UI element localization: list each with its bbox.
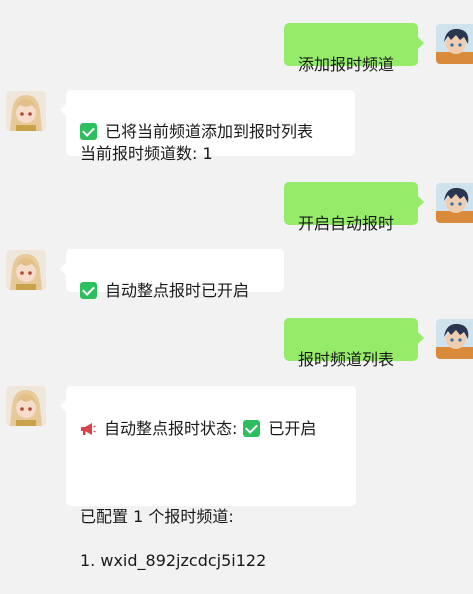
bot-avatar[interactable] bbox=[6, 91, 46, 131]
message-text: 开启自动报时 bbox=[298, 214, 395, 233]
message-text: 自动整点报时已开启 bbox=[105, 281, 250, 300]
received-message-bubble[interactable]: 已将当前频道添加到报时列表当前报时频道数: 1 bbox=[60, 90, 355, 163]
bot-avatar[interactable] bbox=[6, 250, 46, 290]
bot-avatar[interactable] bbox=[6, 386, 46, 426]
sent-message-bubble[interactable]: 添加报时频道 bbox=[284, 23, 424, 74]
user-avatar[interactable] bbox=[436, 24, 473, 64]
message-text-line1: 已将当前频道添加到报时列表 bbox=[105, 122, 314, 141]
check-mark-icon bbox=[243, 420, 261, 437]
user-avatar[interactable] bbox=[436, 183, 473, 223]
check-mark-icon bbox=[80, 282, 97, 299]
user-avatar[interactable] bbox=[436, 319, 473, 359]
channel-list-item: 1. wxid_892jzcdcj5i122 bbox=[80, 551, 267, 570]
megaphone-icon bbox=[81, 423, 96, 435]
message-text-line2: 当前报时频道数: 1 bbox=[80, 144, 213, 163]
sent-message-bubble[interactable]: 报时频道列表 bbox=[284, 318, 424, 369]
status-line: 自动整点报时状态: 已开启 bbox=[80, 418, 342, 440]
configured-count: 已配置 1 个报时频道: bbox=[80, 507, 234, 526]
received-message-bubble[interactable]: 自动整点报时状态: 已开启 已配置 1 个报时频道: 1. wxid_892jzc… bbox=[60, 386, 356, 570]
message-text: 报时频道列表 bbox=[298, 350, 395, 369]
status-value: 已开启 bbox=[268, 419, 317, 438]
check-mark-icon bbox=[80, 123, 97, 140]
message-text: 添加报时频道 bbox=[298, 55, 395, 74]
sent-message-bubble[interactable]: 开启自动报时 bbox=[284, 182, 424, 233]
received-message-bubble[interactable]: 自动整点报时已开启 bbox=[60, 249, 284, 300]
status-prefix: 自动整点报时状态: bbox=[104, 419, 238, 438]
